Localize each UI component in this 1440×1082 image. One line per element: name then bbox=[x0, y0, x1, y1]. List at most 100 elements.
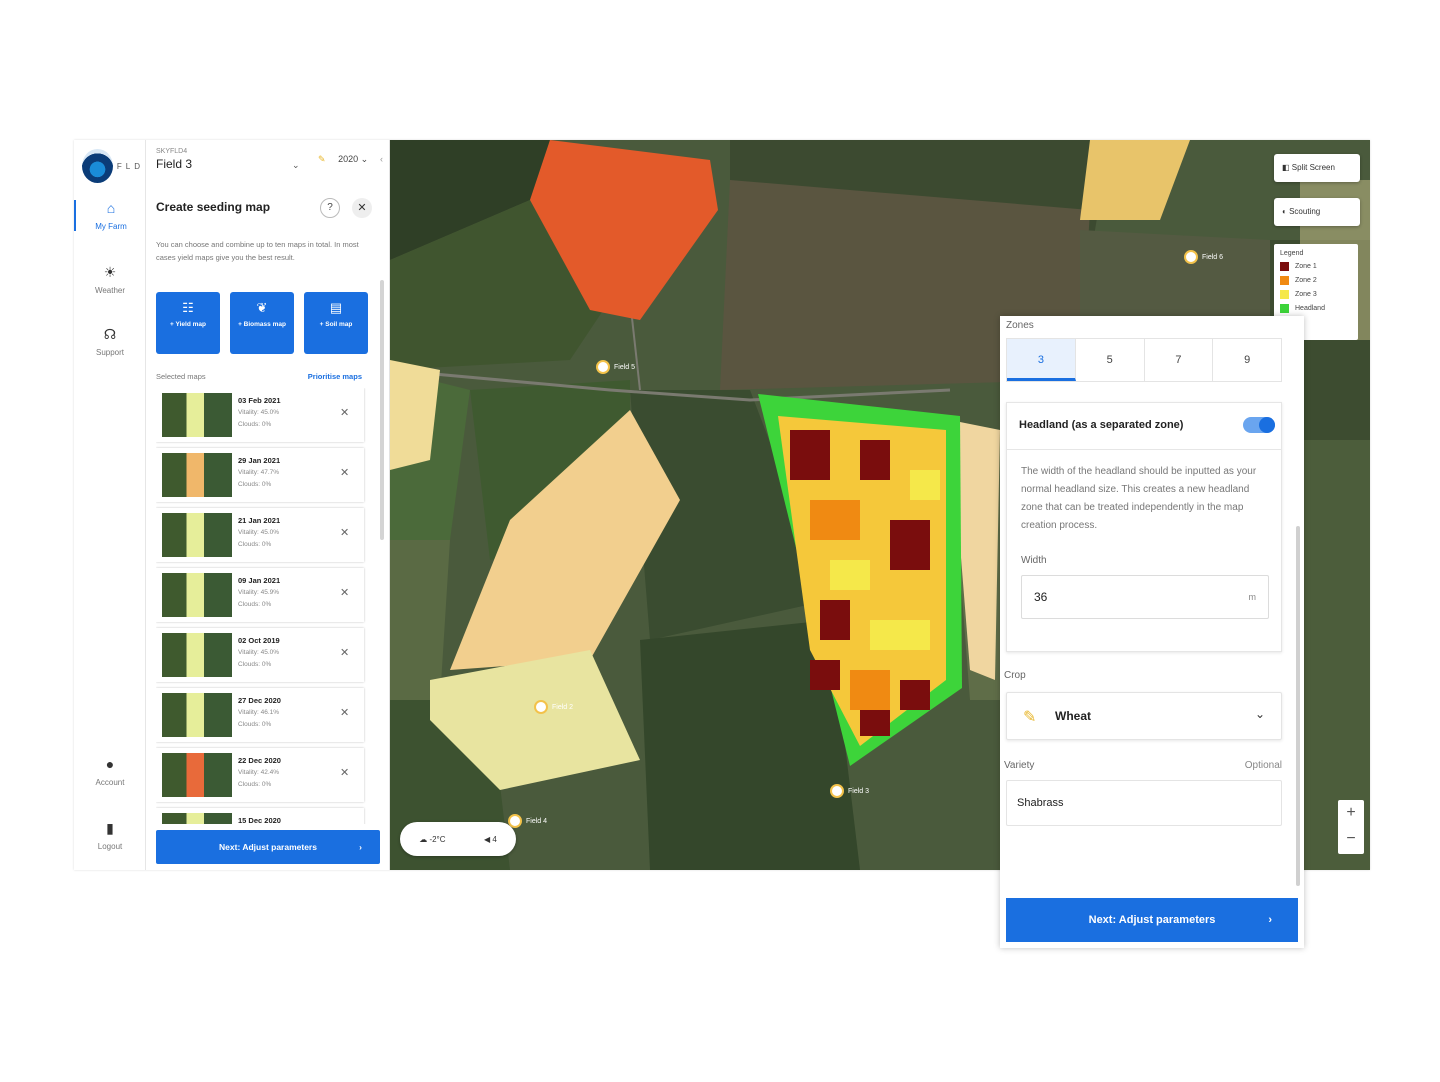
rail-item-weather[interactable]: ☀ Weather bbox=[74, 264, 146, 295]
close-icon[interactable]: ✕ bbox=[352, 198, 372, 218]
map-vitality: Vitality: 46.1% bbox=[238, 709, 280, 716]
prioritise-maps-link[interactable]: Prioritise maps bbox=[308, 372, 362, 381]
map-date: 27 Dec 2020 bbox=[238, 696, 281, 705]
variety-input[interactable]: Shabrass bbox=[1006, 780, 1282, 826]
list-item[interactable]: 15 Dec 2020 bbox=[156, 808, 364, 824]
field-selector[interactable]: SKYFLD4 Field 3 ⌄ bbox=[156, 148, 306, 171]
panel-scrollbar[interactable] bbox=[380, 280, 384, 540]
add-button-label: + Biomass map bbox=[238, 321, 286, 328]
remove-icon[interactable]: ✕ bbox=[340, 466, 349, 479]
rail-item-label: Support bbox=[95, 348, 125, 357]
seeding-map-panel: SKYFLD4 Field 3 ⌄ ✎ 2020 ⌄ ‹ Create seed… bbox=[148, 140, 390, 870]
panel-title: Create seeding map bbox=[156, 200, 271, 214]
list-item[interactable]: 09 Jan 2021 Vitality: 45.9% Clouds: 0% ✕ bbox=[156, 568, 364, 622]
field-marker[interactable]: Field 6 bbox=[1184, 250, 1223, 264]
add-button-label: + Soil map bbox=[319, 321, 353, 328]
remove-icon[interactable]: ✕ bbox=[340, 706, 349, 719]
headland-toggle[interactable] bbox=[1243, 417, 1275, 433]
list-item[interactable]: 22 Dec 2020 Vitality: 42.4% Clouds: 0% ✕ bbox=[156, 748, 364, 802]
map-date: 21 Jan 2021 bbox=[238, 516, 281, 525]
next-adjust-parameters-button[interactable]: Next: Adjust parameters › bbox=[1006, 898, 1298, 942]
season-selector[interactable]: ✎ 2020 ⌄ bbox=[318, 154, 368, 165]
legend-row: Zone 3 bbox=[1280, 290, 1352, 299]
tab-zones-3[interactable]: 3 bbox=[1007, 339, 1076, 381]
add-soil-map-button[interactable]: ▤ + Soil map bbox=[304, 292, 368, 354]
headset-icon: ☊ bbox=[103, 326, 117, 342]
add-biomass-map-button[interactable]: ❦ + Biomass map bbox=[230, 292, 294, 354]
variety-label: Variety bbox=[1004, 760, 1035, 771]
tab-zones-9[interactable]: 9 bbox=[1213, 339, 1281, 381]
field-marker[interactable]: Field 2 bbox=[534, 700, 573, 714]
remove-icon[interactable]: ✕ bbox=[340, 406, 349, 419]
list-item[interactable]: 29 Jan 2021 Vitality: 47.7% Clouds: 0% ✕ bbox=[156, 448, 364, 502]
legend-label: Zone 1 bbox=[1295, 263, 1317, 270]
scouting-toggle[interactable]: ◐ Scouting bbox=[1274, 198, 1360, 226]
map-vitality: Vitality: 47.7% bbox=[238, 469, 280, 476]
legend-label: Zone 3 bbox=[1295, 291, 1317, 298]
list-item[interactable]: 21 Jan 2021 Vitality: 45.0% Clouds: 0% ✕ bbox=[156, 508, 364, 562]
field-pin-icon bbox=[596, 360, 610, 374]
remove-icon[interactable]: ✕ bbox=[340, 586, 349, 599]
yield-icon: ☷ bbox=[182, 300, 194, 315]
field-marker[interactable]: Field 3 bbox=[830, 784, 869, 798]
chevron-down-icon: ⌄ bbox=[292, 160, 300, 170]
help-icon[interactable]: ? bbox=[320, 198, 340, 218]
split-screen-button[interactable]: ◧ Split Screen bbox=[1274, 154, 1360, 182]
home-icon: ⌂ bbox=[106, 200, 116, 216]
weather-wind: ◀ 4 bbox=[484, 835, 497, 844]
field-selector-label: SKYFLD4 bbox=[156, 148, 188, 155]
selected-maps-header: Selected maps Prioritise maps bbox=[156, 372, 362, 381]
field-pin-icon bbox=[1184, 250, 1198, 264]
map-clouds: Clouds: 0% bbox=[238, 601, 272, 608]
weather-widget[interactable]: ☁ -2°C ◀ 4 bbox=[400, 822, 516, 856]
list-item[interactable]: 27 Dec 2020 Vitality: 46.1% Clouds: 0% ✕ bbox=[156, 688, 364, 742]
toggle-knob bbox=[1259, 417, 1275, 433]
tab-zones-5[interactable]: 5 bbox=[1076, 339, 1145, 381]
remove-icon[interactable]: ✕ bbox=[340, 526, 349, 539]
rail-item-support[interactable]: ☊ Support bbox=[74, 326, 146, 357]
map-date: 15 Dec 2020 bbox=[238, 816, 281, 824]
field-marker-label: Field 3 bbox=[848, 787, 870, 795]
headland-label: Headland (as a separated zone) bbox=[1019, 419, 1184, 431]
legend-swatch bbox=[1280, 290, 1289, 299]
list-item[interactable]: 03 Feb 2021 Vitality: 45.0% Clouds: 0% ✕ bbox=[156, 388, 364, 442]
weather-wind-value: 4 bbox=[492, 834, 497, 844]
selected-maps-label: Selected maps bbox=[156, 372, 206, 381]
width-input[interactable]: 36 m bbox=[1021, 575, 1269, 619]
zones-label: Zones bbox=[1006, 320, 1034, 331]
next-button-label: Next: Adjust parameters bbox=[219, 842, 317, 852]
remove-icon[interactable]: ✕ bbox=[340, 766, 349, 779]
crop-select[interactable]: ✎ Wheat ⌄ bbox=[1006, 692, 1282, 740]
zones-settings-panel: Zones 3 5 7 9 Headland (as a separated z… bbox=[1000, 316, 1304, 948]
collapse-panel-icon[interactable]: ‹ bbox=[380, 154, 383, 164]
rail-item-my-farm[interactable]: ⌂ My Farm bbox=[74, 200, 146, 231]
next-adjust-parameters-button[interactable]: Next: Adjust parameters › bbox=[156, 830, 380, 864]
zoom-in-button[interactable]: + bbox=[1338, 800, 1364, 826]
add-button-label: + Yield map bbox=[170, 321, 206, 328]
rail-item-account[interactable]: ● Account bbox=[74, 756, 146, 787]
map-clouds: Clouds: 0% bbox=[238, 421, 272, 428]
field-marker[interactable]: Field 4 bbox=[508, 814, 547, 828]
field-marker[interactable]: Field 5 bbox=[596, 360, 635, 374]
rail-item-label: Account bbox=[95, 778, 125, 787]
zoom-out-button[interactable]: − bbox=[1338, 826, 1364, 852]
map-thumbnail bbox=[162, 813, 232, 824]
logo-mark bbox=[82, 149, 113, 183]
map-date: 29 Jan 2021 bbox=[238, 456, 281, 465]
chevron-right-icon: › bbox=[1268, 914, 1272, 926]
map-vitality: Vitality: 45.9% bbox=[238, 589, 280, 596]
field-marker-label: Field 4 bbox=[526, 817, 548, 825]
weather-temp: ☁ -2°C bbox=[419, 835, 445, 844]
width-unit: m bbox=[1248, 592, 1257, 602]
field-marker-label: Field 5 bbox=[614, 363, 636, 371]
season-value: 2020 bbox=[338, 154, 359, 164]
overlay-scrollbar[interactable] bbox=[1296, 526, 1300, 886]
add-yield-map-button[interactable]: ☷ + Yield map bbox=[156, 292, 220, 354]
remove-icon[interactable]: ✕ bbox=[340, 646, 349, 659]
map-thumbnail bbox=[162, 633, 232, 677]
tab-zones-7[interactable]: 7 bbox=[1145, 339, 1214, 381]
legend-label: Zone 2 bbox=[1295, 277, 1317, 284]
list-item[interactable]: 02 Oct 2019 Vitality: 45.0% Clouds: 0% ✕ bbox=[156, 628, 364, 682]
legend-swatch bbox=[1280, 304, 1289, 313]
rail-item-logout[interactable]: ▮ Logout bbox=[74, 820, 146, 851]
